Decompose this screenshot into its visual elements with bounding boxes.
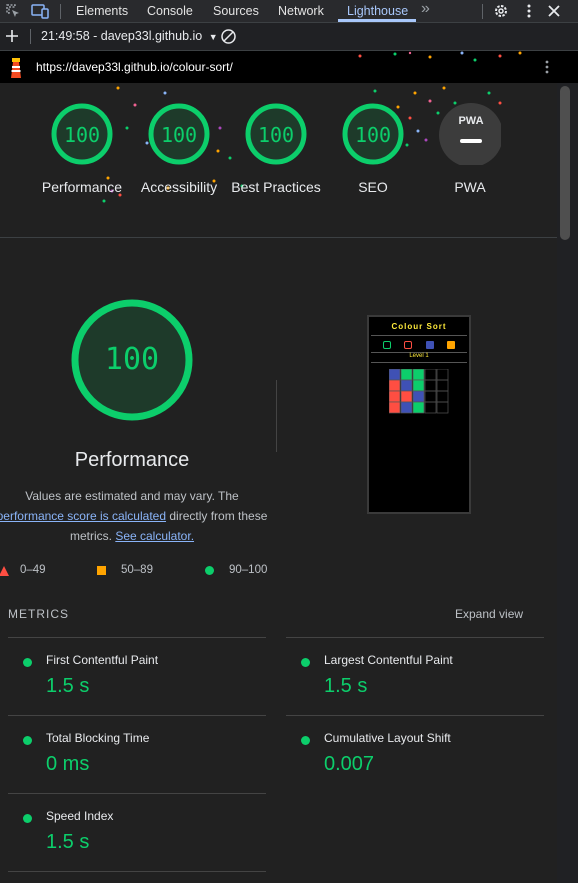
expand-view-toggle[interactable]: Expand view (455, 607, 523, 621)
more-tabs-icon[interactable]: » (421, 0, 430, 18)
description-line-2: directly from these (169, 509, 268, 523)
pass-circle-icon (301, 658, 310, 667)
preview-tubes (389, 369, 449, 414)
preview-divider (371, 362, 467, 363)
legend-fail-range: 0–49 (20, 564, 46, 576)
average-square-icon (97, 566, 106, 575)
metric-name: Speed Index (46, 809, 114, 823)
seo-label: SEO (358, 179, 388, 195)
performance-large-score: 100 (104, 342, 160, 377)
preview-button-green-icon (383, 341, 391, 349)
metric-value: 1.5 s (46, 831, 90, 853)
report-selector-label: 21:49:58 - davep33l.github.io (41, 29, 203, 43)
header-divider (0, 237, 557, 238)
best-practices-score: 100 (257, 123, 295, 147)
pwa-badge-text: PWA (458, 115, 484, 127)
device-toolbar-icon[interactable] (30, 2, 49, 20)
tab-lighthouse[interactable]: Lighthouse (347, 4, 408, 18)
best-practices-label: Best Practices (231, 179, 321, 195)
tab-sources[interactable]: Sources (213, 4, 259, 18)
preview-button-blue-icon (426, 341, 434, 349)
seo-score: 100 (354, 123, 392, 147)
active-tab-indicator (338, 19, 416, 22)
pass-circle-icon (23, 658, 32, 667)
metric-cumulative-layout-shift: Cumulative Layout Shift 0.007 (286, 715, 544, 793)
metric-name: Largest Contentful Paint (324, 653, 453, 667)
pass-circle-icon (301, 736, 310, 745)
preview-button-orange-icon (447, 341, 455, 349)
performance-description: Values are estimated and may vary. The p… (0, 486, 270, 546)
metric-name: Total Blocking Time (46, 731, 150, 745)
see-calculator-link[interactable]: See calculator. (115, 529, 194, 543)
performance-score-link[interactable]: performance score is calculated (0, 509, 166, 523)
pwa-gauge (439, 103, 501, 165)
tab-elements[interactable]: Elements (76, 4, 128, 18)
lighthouse-report: 100 Performance 100 Accessibility 100 Be… (0, 83, 557, 883)
dropdown-arrow-icon: ▼ (208, 32, 218, 42)
report-url-bar: https://davep33l.github.io/colour-sort/ (0, 51, 578, 83)
kebab-menu-icon[interactable] (520, 2, 538, 20)
preview-app-title: Colour Sort (391, 322, 447, 331)
metric-first-contentful-paint: First Contentful Paint 1.5 s (8, 637, 266, 715)
metric-speed-index: Speed Index 1.5 s (8, 793, 266, 872)
metric-value: 1.5 s (46, 675, 90, 697)
preview-level: Level 1 (409, 353, 429, 359)
description-line-3: metrics. (69, 529, 112, 543)
plus-icon[interactable] (4, 28, 22, 46)
metric-value: 0 ms (46, 753, 90, 775)
devtools-toolbar: Elements Console Sources Network Lightho… (0, 0, 578, 23)
metric-value: 0.007 (324, 753, 375, 775)
preview-button-red-icon (404, 341, 412, 349)
fail-triangle-icon (0, 566, 9, 576)
report-selector[interactable]: 21:49:58 - davep33l.github.io ▼ (41, 29, 218, 43)
preview-divider (371, 335, 467, 336)
metric-largest-contentful-paint: Largest Contentful Paint 1.5 s (286, 637, 544, 715)
lighthouse-logo-icon (8, 56, 24, 83)
pass-circle-icon (23, 814, 32, 823)
url-menu-icon[interactable] (540, 59, 554, 80)
description-line-1: Values are estimated and may vary. The (25, 489, 239, 503)
metric-name: Cumulative Layout Shift (324, 731, 451, 745)
scrollbar-thumb[interactable] (560, 86, 570, 240)
gear-icon[interactable] (492, 2, 510, 20)
clear-icon[interactable] (220, 28, 238, 46)
legend-pass-range: 90–100 (229, 564, 268, 576)
performance-label: Performance (41, 179, 123, 195)
metric-total-blocking-time: Total Blocking Time 0 ms (8, 715, 266, 793)
metric-value: 1.5 s (324, 675, 368, 697)
metric-name: First Contentful Paint (46, 653, 159, 667)
performance-score: 100 (63, 123, 101, 147)
report-url[interactable]: https://davep33l.github.io/colour-sort/ (36, 60, 233, 74)
metrics-header: METRICS (8, 607, 69, 621)
performance-title: Performance (74, 449, 190, 471)
accessibility-label: Accessibility (140, 179, 218, 195)
pass-circle-icon (205, 566, 214, 575)
close-icon[interactable] (545, 2, 563, 20)
legend-average-range: 50–89 (121, 564, 153, 576)
page-screenshot-preview[interactable]: Colour Sort Level 1 (367, 315, 471, 514)
tab-network[interactable]: Network (278, 4, 324, 18)
lighthouse-toolbar: 21:49:58 - davep33l.github.io ▼ (0, 23, 578, 51)
pass-circle-icon (23, 736, 32, 745)
pwa-label: PWA (454, 179, 486, 195)
inspect-element-icon[interactable] (4, 2, 22, 20)
accessibility-score: 100 (160, 123, 198, 147)
tab-console[interactable]: Console (147, 4, 193, 18)
summary-divider (276, 380, 277, 452)
